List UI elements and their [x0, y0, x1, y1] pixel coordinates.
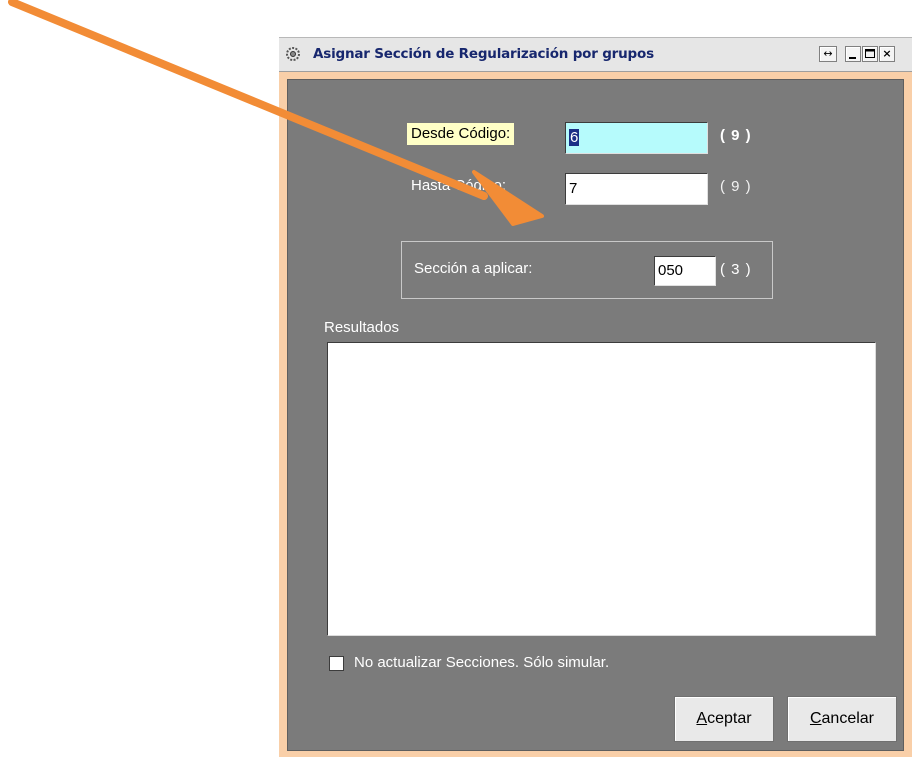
- resultados-label: Resultados: [324, 319, 400, 336]
- close-icon[interactable]: ×: [879, 46, 895, 62]
- cancelar-label-rest: ancelar: [821, 710, 875, 727]
- desde-codigo-value: 6: [569, 129, 580, 146]
- cancelar-button[interactable]: Cancelar: [787, 696, 897, 742]
- simular-checkbox-label[interactable]: No actualizar Secciones. Sólo simular.: [354, 654, 609, 671]
- simular-checkbox[interactable]: [329, 656, 344, 671]
- window-title: Asignar Sección de Regularización por gr…: [313, 46, 654, 62]
- double-arrow-icon[interactable]: ↔: [819, 46, 837, 62]
- hasta-codigo-input[interactable]: 7: [565, 173, 708, 205]
- maximize-icon[interactable]: [862, 46, 878, 62]
- minimize-icon[interactable]: [845, 46, 861, 62]
- hasta-codigo-hint: ( 9 ): [720, 178, 752, 195]
- cancelar-mnemonic: C: [809, 710, 822, 727]
- dialog-window: Asignar Sección de Regularización por gr…: [279, 37, 912, 757]
- desde-codigo-input[interactable]: 6: [565, 122, 708, 154]
- resultados-textarea[interactable]: [327, 342, 876, 636]
- aceptar-label-rest: ceptar: [707, 710, 752, 727]
- hasta-codigo-value: 7: [569, 180, 578, 197]
- hasta-codigo-label: Hasta Código:: [411, 177, 507, 194]
- desde-codigo-hint: ( 9 ): [720, 127, 752, 144]
- seccion-group-box: Sección a aplicar: 050 ( 3 ): [401, 241, 773, 299]
- gear-app-icon[interactable]: [285, 46, 301, 62]
- dialog-client-area: Desde Código: 6 ( 9 ) Hasta Código: 7 ( …: [287, 79, 904, 751]
- desde-codigo-label: Desde Código:: [407, 123, 515, 145]
- seccion-value: 050: [658, 262, 684, 279]
- aceptar-mnemonic: A: [696, 710, 708, 727]
- title-bar[interactable]: Asignar Sección de Regularización por gr…: [279, 38, 912, 72]
- seccion-label: Sección a aplicar:: [414, 260, 533, 277]
- seccion-hint: ( 3 ): [720, 261, 752, 278]
- seccion-input[interactable]: 050: [654, 256, 716, 286]
- aceptar-button[interactable]: Aceptar: [674, 696, 774, 742]
